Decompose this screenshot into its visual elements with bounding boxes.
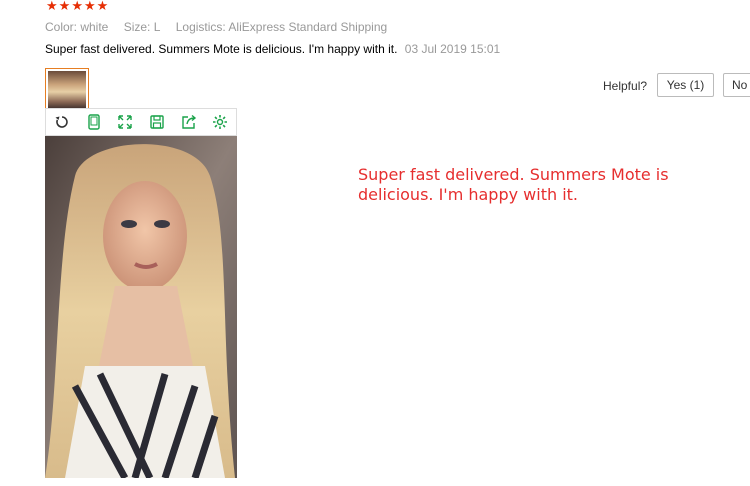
- review-text: Super fast delivered. Summers Mote is de…: [45, 42, 398, 56]
- phone-icon[interactable]: [78, 109, 110, 135]
- meta-size: Size: L: [123, 20, 161, 34]
- order-meta: Color: white Size: L Logistics: AliExpre…: [45, 20, 399, 34]
- thumbnail-image: [48, 71, 86, 109]
- share-icon[interactable]: [173, 109, 205, 135]
- star-icon: ★: [83, 0, 96, 14]
- review-body: Super fast delivered. Summers Mote is de…: [45, 42, 500, 56]
- review-translation: Super fast delivered. Summers Mote is de…: [358, 165, 669, 204]
- helpful-no-button[interactable]: No: [723, 73, 750, 97]
- review-photo-thumbnail[interactable]: [45, 68, 89, 112]
- helpful-yes-button[interactable]: Yes (1): [657, 73, 714, 97]
- expand-icon[interactable]: [109, 109, 141, 135]
- save-icon[interactable]: [141, 109, 173, 135]
- rotate-icon[interactable]: [46, 109, 78, 135]
- image-toolbar: [45, 108, 237, 136]
- star-icon: ★: [71, 0, 83, 14]
- helpful-label: Helpful?: [603, 79, 648, 93]
- meta-color: Color: white: [45, 20, 109, 34]
- star-icon: ★: [58, 0, 71, 14]
- star-icon: ★: [96, 0, 109, 14]
- meta-logistics: Logistics: AliExpress Standard Shipping: [175, 20, 388, 34]
- review-photo: [45, 136, 237, 478]
- settings-icon[interactable]: [204, 109, 236, 135]
- star-icon: ★: [46, 0, 58, 14]
- review-date: 03 Jul 2019 15:01: [404, 42, 501, 56]
- rating-stars: ★ ★ ★ ★ ★: [46, 0, 108, 14]
